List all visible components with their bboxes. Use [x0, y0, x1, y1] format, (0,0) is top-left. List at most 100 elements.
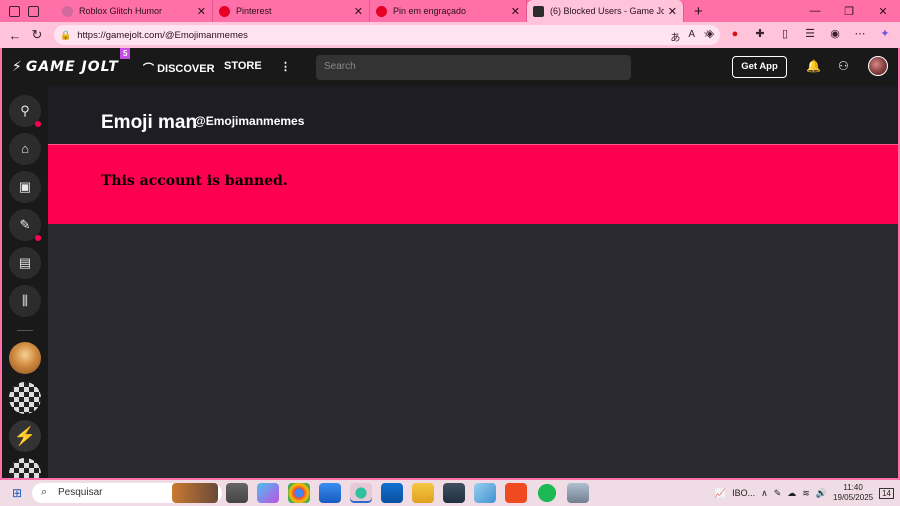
windows-taskbar: ⊞ ⌕ Pesquisar 📈 IBO... ∧ ✎ ☁ ≋ 🔊 11:40 1… [0, 480, 900, 506]
sidebar-community-avatar[interactable] [9, 382, 41, 414]
outlook-icon[interactable] [381, 483, 403, 503]
file-explorer-icon[interactable] [412, 483, 434, 503]
search-icon: ⌕ [41, 486, 48, 498]
split-screen-icon[interactable]: ▯ [778, 27, 792, 41]
close-tab-icon[interactable]: ✕ [668, 5, 677, 18]
browser-tab[interactable]: Pinterest ✕ [213, 0, 370, 22]
banned-message: This account is banned. [101, 173, 288, 189]
brave-icon[interactable] [505, 483, 527, 503]
store-icon: ⌂ [21, 141, 29, 156]
close-tab-icon[interactable]: ✕ [511, 5, 520, 18]
more-menu-icon[interactable]: ⋯ [853, 27, 867, 41]
site-info-icon[interactable]: 🔒 [60, 30, 71, 41]
sidebar-item-inventory[interactable]: ▣ [9, 171, 41, 203]
logo-text: GAME JOLT [25, 59, 119, 75]
volume-icon[interactable]: 🔊 [816, 488, 827, 499]
stock-label: IBO... [732, 488, 756, 498]
window-controls: — ❐ ✕ [798, 0, 900, 22]
sidebar-item-store[interactable]: ⌂ [9, 133, 41, 165]
profile-avatar-icon[interactable]: ◉ [828, 27, 842, 41]
get-app-button[interactable]: Get App [732, 56, 787, 78]
translate-icon[interactable]: あ [670, 29, 680, 44]
profile-display-name: Emoji man [101, 112, 198, 133]
search-input[interactable]: Search [316, 55, 631, 80]
chrome-icon[interactable] [288, 483, 310, 503]
address-bar[interactable]: 🔒 https://gamejolt.com/@Emojimanmemes あ … [54, 25, 720, 45]
address-toolbar: ← ↻ 🔒 https://gamejolt.com/@Emojimanmeme… [0, 22, 900, 48]
friends-icon[interactable]: ⚇ [838, 59, 849, 73]
search-highlight-image [172, 483, 218, 503]
tab-title: (6) Blocked Users - Game Jolt [550, 6, 664, 16]
gamejolt-community-icon[interactable]: ⚡ [9, 420, 41, 452]
copilot-icon[interactable]: ✦ [878, 27, 892, 41]
taskbar-search[interactable]: ⌕ Pesquisar [32, 483, 222, 503]
browser-tab[interactable]: Roblox Glitch Humor ✕ [56, 0, 213, 22]
page-viewport: ⚡ GAME JOLT 5 ⌒ DISCOVER STORE ⋮ Search G… [2, 48, 898, 478]
gamejolt-favicon [533, 5, 544, 17]
read-aloud-icon[interactable]: A [688, 29, 695, 44]
gamejolt-topbar: ⚡ GAME JOLT 5 ⌒ DISCOVER STORE ⋮ Search G… [2, 48, 898, 86]
notifications-icon[interactable]: 14 [879, 487, 894, 499]
discover-icon: ⌒ [143, 63, 158, 75]
taskbar-apps [226, 483, 589, 503]
library-icon: ⫼ [22, 293, 28, 308]
game-app-icon[interactable] [443, 483, 465, 503]
spotify-icon[interactable] [536, 483, 558, 503]
system-clock[interactable]: 11:40 19/05/2025 [833, 483, 873, 503]
discover-link[interactable]: ⌒ DISCOVER [143, 60, 215, 76]
workspaces-icon[interactable] [9, 5, 20, 17]
favorites-icon[interactable]: ☰ [803, 27, 817, 41]
extension-icon[interactable]: ◈ [703, 27, 717, 41]
store-link[interactable]: STORE [224, 60, 262, 72]
task-view-icon[interactable] [226, 483, 248, 503]
back-icon[interactable]: ← [4, 28, 26, 43]
banned-banner: This account is banned. [48, 144, 898, 224]
wifi-icon[interactable]: ≋ [802, 488, 810, 499]
pinterest-icon [219, 5, 230, 17]
sidebar-community-avatar[interactable] [9, 342, 41, 374]
opera-icon[interactable]: ● [728, 27, 742, 41]
tab-title: Pin em engraçado [393, 6, 467, 16]
gamejolt-logo[interactable]: ⚡ GAME JOLT [12, 59, 119, 75]
cloud-icon[interactable]: ☁ [787, 488, 796, 499]
close-tab-icon[interactable]: ✕ [354, 5, 363, 18]
quest-icon: ✎ [19, 217, 31, 232]
clock-time: 11:40 [843, 483, 863, 492]
user-avatar[interactable] [868, 56, 888, 76]
profile-username: @Emojimanmemes [194, 114, 305, 128]
browser-tab[interactable]: Pin em engraçado ✕ [370, 0, 527, 22]
chat-icon: ▤ [18, 255, 32, 270]
more-options-icon[interactable]: ⋮ [280, 60, 291, 73]
toolbar-icons: ◈ ● ✚ ▯ ☰ ◉ ⋯ ✦ [703, 27, 892, 41]
store-app-icon[interactable] [319, 483, 341, 503]
minimize-icon[interactable]: — [798, 5, 832, 17]
tab-favicon [62, 5, 73, 17]
stock-chart-icon[interactable]: 📈 [715, 488, 726, 499]
close-window-icon[interactable]: ✕ [866, 5, 900, 18]
unread-dot [35, 121, 41, 127]
sidebar-item-library[interactable]: ⫼ [9, 285, 41, 317]
new-tab-button[interactable]: + [684, 3, 713, 20]
sidebar-community-avatar[interactable] [9, 458, 41, 478]
copilot-app-icon[interactable] [257, 483, 279, 503]
browser-tab-strip: Roblox Glitch Humor ✕ Pinterest ✕ Pin em… [0, 0, 900, 22]
refresh-icon[interactable]: ↻ [26, 27, 48, 43]
app-window-icon[interactable] [567, 483, 589, 503]
tab-actions-icon[interactable] [28, 5, 39, 17]
edge-icon[interactable] [350, 483, 372, 503]
bell-icon[interactable]: 🔔 [806, 59, 821, 73]
clock-date: 19/05/2025 [833, 493, 874, 502]
windows-start-icon[interactable]: ⊞ [0, 486, 34, 500]
chevron-up-icon[interactable]: ∧ [761, 488, 768, 499]
activity-icon: ⚲ [20, 103, 30, 118]
browser-tab-active[interactable]: (6) Blocked Users - Game Jolt ✕ [527, 0, 684, 22]
tab-title: Pinterest [236, 6, 272, 16]
maximize-icon[interactable]: ❐ [832, 5, 866, 18]
pen-icon[interactable]: ✎ [774, 488, 782, 499]
notes-app-icon[interactable] [474, 483, 496, 503]
sidebar-item-chat[interactable]: ▤ [9, 247, 41, 279]
pinterest-icon [376, 5, 387, 17]
puzzle-extensions-icon[interactable]: ✚ [753, 27, 767, 41]
unread-dot [35, 235, 41, 241]
close-tab-icon[interactable]: ✕ [197, 5, 206, 18]
